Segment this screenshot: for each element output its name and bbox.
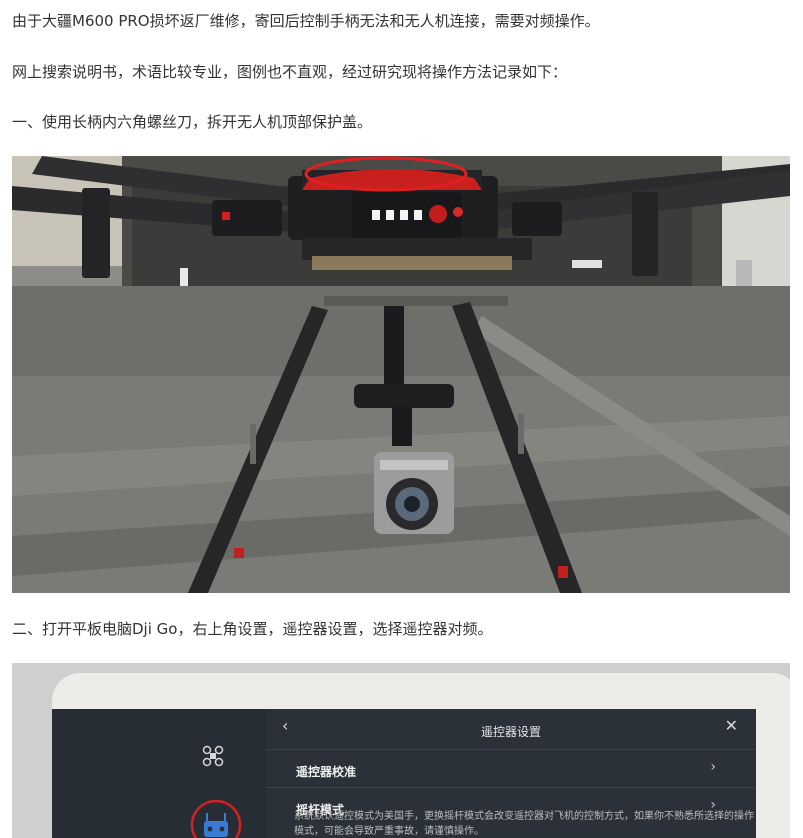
intro-paragraph: 由于大疆M600 PRO损坏返厂维修，寄回后控制手柄无法和无人机连接，需要对频操…: [12, 12, 600, 30]
remote-controller-icon[interactable]: [188, 797, 244, 838]
step-2-paragraph: 二、打开平板电脑Dji Go，右上角设置，遥控器设置，选择遥控器对频。: [12, 620, 493, 638]
stick-mode-description: 系统默认遥控模式为美国手，更换摇杆模式会改变遥控器对飞机的控制方式，如果你不熟悉…: [294, 811, 754, 837]
context-paragraph: 网上搜索说明书，术语比较专业，图例也不直观，经过研究现将操作方法记录如下：: [12, 63, 568, 81]
rc-calibration-row[interactable]: 遥控器校准 ›: [266, 749, 756, 788]
drone-photo: [12, 156, 790, 593]
panel-title: 遥控器设置: [480, 725, 541, 739]
close-icon[interactable]: ✕: [725, 718, 738, 734]
chevron-right-icon: ›: [710, 759, 716, 775]
rc-settings-panel: ‹ 遥控器设置 ✕ 遥控器校准 › 摇杆模式 › 系统默认遥控模式为美国手，更换…: [266, 709, 756, 838]
settings-sidebar: [52, 709, 266, 838]
step-1-paragraph: 一、使用长柄内六角螺丝刀，拆开无人机顶部保护盖。: [12, 113, 373, 131]
drone-icon[interactable]: [202, 745, 224, 767]
tablet-photo: ‹ 遥控器设置 ✕ 遥控器校准 › 摇杆模式 › 系统默认遥控模式为美国手，更换…: [12, 663, 790, 838]
rc-calibration-label: 遥控器校准: [296, 765, 357, 779]
tablet-screen: ‹ 遥控器设置 ✕ 遥控器校准 › 摇杆模式 › 系统默认遥控模式为美国手，更换…: [52, 709, 756, 838]
tablet-frame: ‹ 遥控器设置 ✕ 遥控器校准 › 摇杆模式 › 系统默认遥控模式为美国手，更换…: [52, 673, 790, 838]
